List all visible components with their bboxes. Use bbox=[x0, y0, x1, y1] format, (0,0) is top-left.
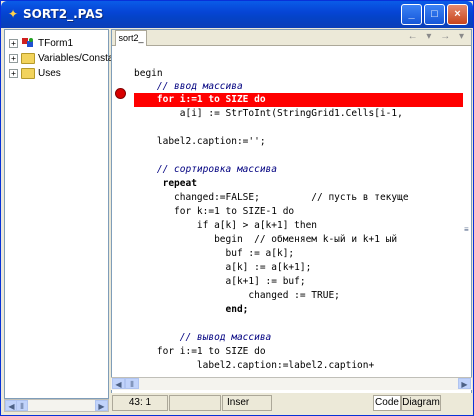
modified-indicator bbox=[169, 395, 221, 411]
tree-item-variables[interactable]: + Variables/Consta bbox=[9, 51, 113, 65]
scroll-thumb[interactable]: ⦀ bbox=[16, 400, 28, 411]
expand-icon[interactable]: + bbox=[9, 68, 18, 78]
code-line-breakpoint: for i:=1 to SIZE do bbox=[134, 93, 464, 107]
window-title: SORT2_.PAS bbox=[23, 7, 104, 21]
tree-item-label: Variables/Consta bbox=[38, 52, 114, 64]
scroll-thumb[interactable]: ≡ bbox=[464, 225, 469, 234]
code-editor[interactable]: sort2_ ← ▾ → ▾ begin // ввод массива for… bbox=[111, 29, 472, 399]
expand-icon[interactable]: + bbox=[9, 38, 18, 48]
tree-item-label: TForm1 bbox=[38, 37, 73, 49]
code-line: a[k] := a[k+1]; bbox=[134, 262, 312, 273]
tab-sort2[interactable]: sort2_ bbox=[115, 30, 147, 46]
close-button[interactable]: × bbox=[447, 4, 468, 25]
maximize-button[interactable]: □ bbox=[424, 4, 445, 25]
editor-horizontal-scrollbar[interactable]: ◀ ⦀ ▶ bbox=[111, 377, 472, 390]
code-line: for k:=1 to SIZE-1 do bbox=[134, 206, 295, 217]
tab-diagram[interactable]: Diagram bbox=[401, 395, 441, 411]
vertical-scrollbar[interactable]: ≡ bbox=[463, 47, 471, 393]
tree-item-uses[interactable]: + Uses bbox=[9, 66, 61, 80]
code-explorer-tree: + TForm1 + Variables/Consta + Uses bbox=[4, 29, 113, 399]
insert-mode: Inser bbox=[222, 395, 272, 411]
scroll-right-icon[interactable]: ▶ bbox=[458, 378, 471, 389]
cursor-position: 43: 1 bbox=[112, 395, 168, 411]
minimize-button[interactable]: _ bbox=[401, 4, 422, 25]
code-line: begin // обменяем k-ый и k+1 ый bbox=[134, 234, 398, 245]
editor-tabstrip: sort2_ ← ▾ → ▾ bbox=[112, 30, 471, 46]
breakpoint-gutter[interactable] bbox=[112, 47, 134, 393]
code-line: end; bbox=[134, 304, 249, 315]
editor-window: ✦ SORT2_.PAS _ □ × + TForm1 + Variables/… bbox=[0, 0, 474, 416]
code-line: label2.caption:=label2.caption+ bbox=[134, 360, 375, 371]
nav-arrows-icon[interactable]: ← ▾ → ▾ bbox=[408, 31, 467, 42]
code-line: label2.caption:=''; bbox=[134, 136, 266, 147]
code-line: begin bbox=[134, 68, 163, 79]
code-line: changed := TRUE; bbox=[134, 290, 340, 301]
tree-horizontal-scrollbar[interactable]: ◀ ⦀ ▶ bbox=[4, 399, 109, 412]
tree-item-label: Uses bbox=[38, 67, 61, 79]
folder-icon bbox=[21, 52, 35, 64]
scroll-thumb[interactable]: ⦀ bbox=[125, 378, 139, 389]
title-bar[interactable]: ✦ SORT2_.PAS _ □ × bbox=[1, 1, 473, 28]
folder-icon bbox=[21, 67, 35, 79]
code-line: if a[k] > a[k+1] then bbox=[134, 220, 318, 231]
scroll-right-icon[interactable]: ▶ bbox=[95, 400, 108, 411]
code-area[interactable]: begin // ввод массива for i:=1 to SIZE d… bbox=[134, 47, 464, 393]
code-line: changed:=FALSE; // пусть в текуще bbox=[134, 192, 409, 203]
status-bar: 43: 1 Inser Code Diagram bbox=[111, 393, 472, 413]
code-line: // вывод массива bbox=[134, 332, 272, 343]
scroll-left-icon[interactable]: ◀ bbox=[112, 378, 125, 389]
code-line: buf := a[k]; bbox=[134, 248, 295, 259]
form-icon bbox=[21, 37, 35, 49]
code-line: // сортировка массива bbox=[134, 164, 277, 175]
code-line: a[i] := StrToInt(StringGrid1.Cells[i-1, bbox=[134, 108, 403, 119]
code-line: for i:=1 to SIZE do bbox=[134, 346, 266, 357]
breakpoint-icon[interactable] bbox=[115, 88, 126, 99]
expand-icon[interactable]: + bbox=[9, 53, 18, 63]
code-line: repeat bbox=[134, 178, 197, 189]
code-line: // ввод массива bbox=[134, 81, 243, 92]
tab-code[interactable]: Code bbox=[373, 395, 401, 411]
app-icon: ✦ bbox=[7, 7, 19, 21]
code-line: a[k+1] := buf; bbox=[134, 276, 306, 287]
tree-item-tform1[interactable]: + TForm1 bbox=[9, 36, 73, 50]
